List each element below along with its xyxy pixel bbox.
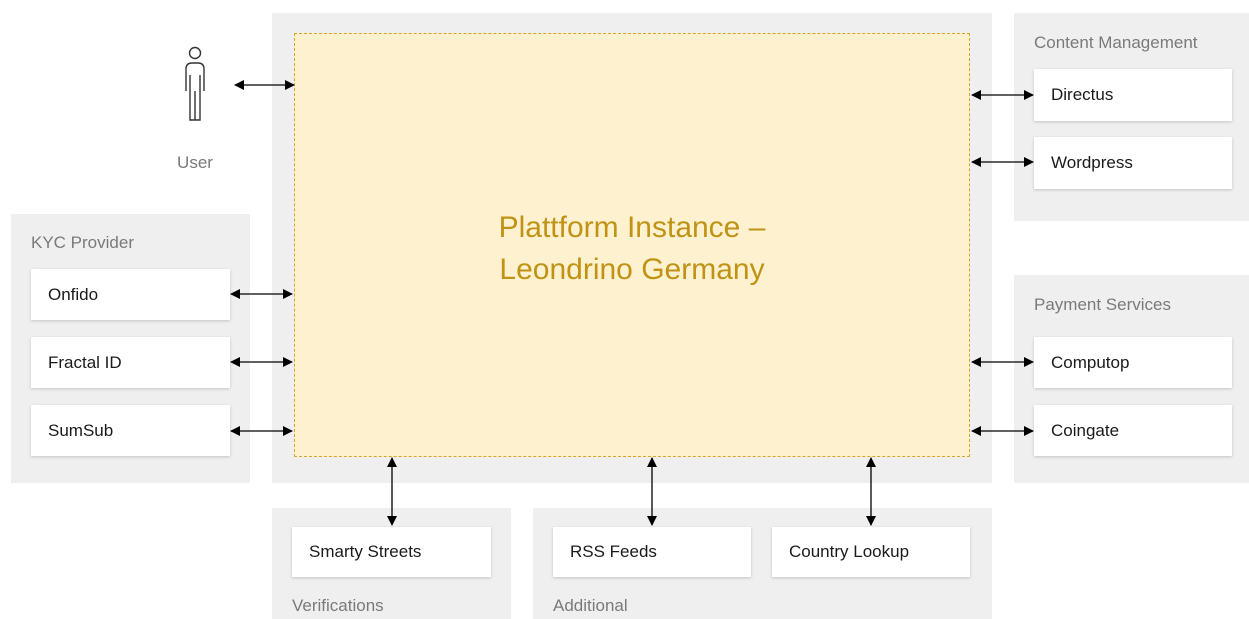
connector-arrows <box>230 80 1034 526</box>
